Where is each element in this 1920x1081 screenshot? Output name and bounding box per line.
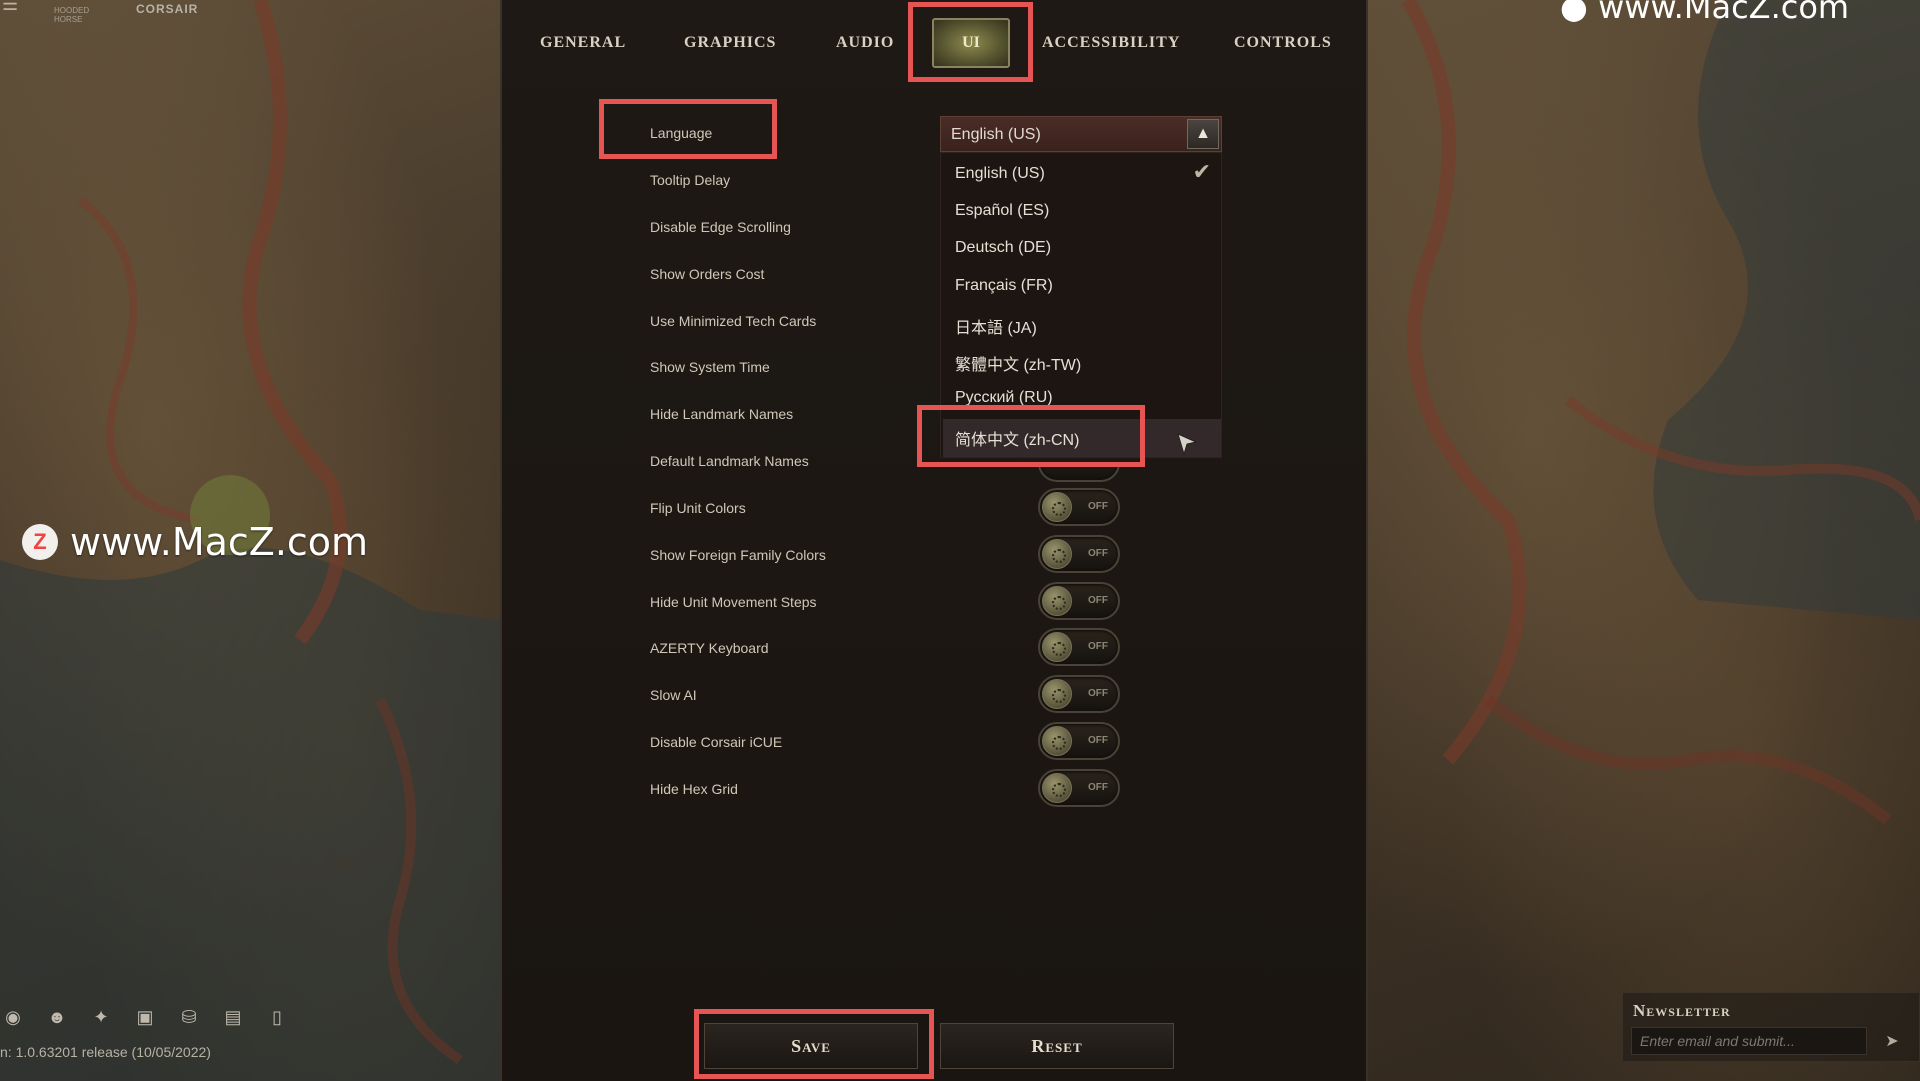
twitter-icon[interactable]: ✦ (88, 1004, 114, 1030)
toggle-knob (1042, 679, 1072, 709)
toggle-azerty-keyboard[interactable]: OFF (1038, 628, 1120, 666)
language-selected-value: English (US) (951, 126, 1041, 143)
send-icon[interactable]: ➤ (1875, 1027, 1909, 1055)
toggle-state: OFF (1088, 688, 1108, 699)
watermark: Z www.MacZ.com (22, 520, 368, 564)
settings-panel: GENERAL GRAPHICS AUDIO UI ACCESSIBILITY … (500, 0, 1368, 1081)
newsletter-email-input[interactable]: Enter email and submit... (1631, 1027, 1867, 1055)
newsletter-box: Newsletter Enter email and submit... ➤ (1622, 992, 1920, 1062)
setting-show-orders-cost-label: Show Orders Cost (650, 266, 765, 282)
watermark-top-right: ● www.MacZ.com (1560, 0, 1850, 26)
setting-slow-ai-label: Slow AI (650, 687, 697, 703)
book-icon[interactable]: ▯ (264, 1004, 290, 1030)
hooded-horse-logo: HOODED HORSE (54, 6, 90, 24)
language-option-fr[interactable]: Français (FR) (955, 277, 1053, 295)
social-links: ◉ ☻ ✦ ▣ ⛁ ▤ ▯ (0, 1004, 290, 1032)
toggle-hide-unit-movement-steps[interactable]: OFF (1038, 582, 1120, 620)
toggle-state: OFF (1088, 782, 1108, 793)
save-button[interactable]: Save (704, 1023, 918, 1069)
toggle-state: OFF (1088, 548, 1108, 559)
newsletter-title: Newsletter (1633, 1001, 1731, 1020)
settings-tabs: GENERAL GRAPHICS AUDIO UI ACCESSIBILITY … (502, 0, 1370, 84)
setting-default-landmark-names-label: Default Landmark Names (650, 453, 809, 469)
mouse-cursor-icon (1177, 433, 1198, 456)
watermark-logo: Z (22, 524, 58, 560)
corsair-logo: CORSAIR (136, 2, 199, 16)
toggle-state: OFF (1088, 595, 1108, 606)
toggle-hide-hex-grid[interactable]: OFF (1038, 769, 1120, 807)
toggle-state: OFF (1088, 735, 1108, 746)
tab-audio[interactable]: AUDIO (836, 34, 894, 52)
option-label: English (US) (955, 165, 1045, 182)
menu-icon[interactable]: ☰ (2, 0, 18, 15)
toggle-foreign-family-colors[interactable]: OFF (1038, 535, 1120, 573)
toggle-state: OFF (1088, 501, 1108, 512)
tab-graphics[interactable]: GRAPHICS (684, 34, 776, 52)
setting-show-system-time-label: Show System Time (650, 359, 770, 375)
language-dropdown[interactable]: English (US) ▲ (940, 116, 1222, 152)
language-option-ja[interactable]: 日本語 (JA) (955, 314, 1037, 338)
toggle-knob (1042, 586, 1072, 616)
setting-minimized-tech-cards-label: Use Minimized Tech Cards (650, 313, 817, 329)
toggle-knob (1042, 539, 1072, 569)
language-options-list: English (US) ✔ Español (ES) Deutsch (DE)… (940, 152, 1222, 458)
setting-hide-landmark-names-label: Hide Landmark Names (650, 406, 794, 422)
language-option-es[interactable]: Español (ES) (955, 202, 1049, 220)
toggle-flip-unit-colors[interactable]: OFF (1038, 488, 1120, 526)
reddit-icon[interactable]: ☻ (44, 1004, 70, 1030)
toggle-disable-corsair-icue[interactable]: OFF (1038, 722, 1120, 760)
language-option-zh-tw[interactable]: 繁體中文 (zh-TW) (955, 351, 1081, 375)
chat-icon[interactable]: ▤ (220, 1004, 246, 1030)
language-option-en-us[interactable]: English (US) ✔ (955, 159, 1211, 184)
setting-language-label: Language (650, 125, 713, 141)
setting-disable-corsair-icue-label: Disable Corsair iCUE (650, 734, 783, 750)
reset-button[interactable]: Reset (940, 1023, 1174, 1069)
tab-accessibility[interactable]: ACCESSIBILITY (1042, 34, 1180, 52)
discord-icon[interactable]: ◉ (0, 1004, 26, 1030)
language-option-de[interactable]: Deutsch (DE) (955, 239, 1051, 257)
language-option-zh-cn[interactable]: 简体中文 (zh-CN) (955, 426, 1079, 450)
setting-hide-hex-grid-label: Hide Hex Grid (650, 781, 738, 797)
version-text: n: 1.0.63201 release (10/05/2022) (0, 1044, 211, 1060)
setting-azerty-keyboard-label: AZERTY Keyboard (650, 640, 769, 656)
toggle-knob (1042, 492, 1072, 522)
watermark-text: www.MacZ.com (70, 520, 369, 564)
tab-ui[interactable]: UI (932, 18, 1010, 68)
tab-controls[interactable]: CONTROLS (1234, 34, 1332, 52)
twitch-icon[interactable]: ▣ (132, 1004, 158, 1030)
map-background-right (1368, 0, 1920, 1081)
setting-foreign-family-colors-label: Show Foreign Family Colors (650, 547, 826, 563)
setting-tooltip-delay-label: Tooltip Delay (650, 172, 731, 188)
setting-disable-edge-scrolling-label: Disable Edge Scrolling (650, 219, 791, 235)
toggle-knob (1042, 726, 1072, 756)
steam-icon[interactable]: ⛁ (176, 1004, 202, 1030)
toggle-slow-ai[interactable]: OFF (1038, 675, 1120, 713)
toggle-knob (1042, 632, 1072, 662)
checkmark-icon: ✔ (1192, 159, 1211, 184)
tab-general[interactable]: GENERAL (540, 34, 626, 52)
language-option-ru[interactable]: Русский (RU) (955, 389, 1053, 407)
setting-hide-unit-movement-steps-label: Hide Unit Movement Steps (650, 594, 817, 610)
toggle-knob (1042, 773, 1072, 803)
setting-flip-unit-colors-label: Flip Unit Colors (650, 500, 746, 516)
toggle-state: OFF (1088, 641, 1108, 652)
chevron-up-icon[interactable]: ▲ (1187, 119, 1219, 149)
